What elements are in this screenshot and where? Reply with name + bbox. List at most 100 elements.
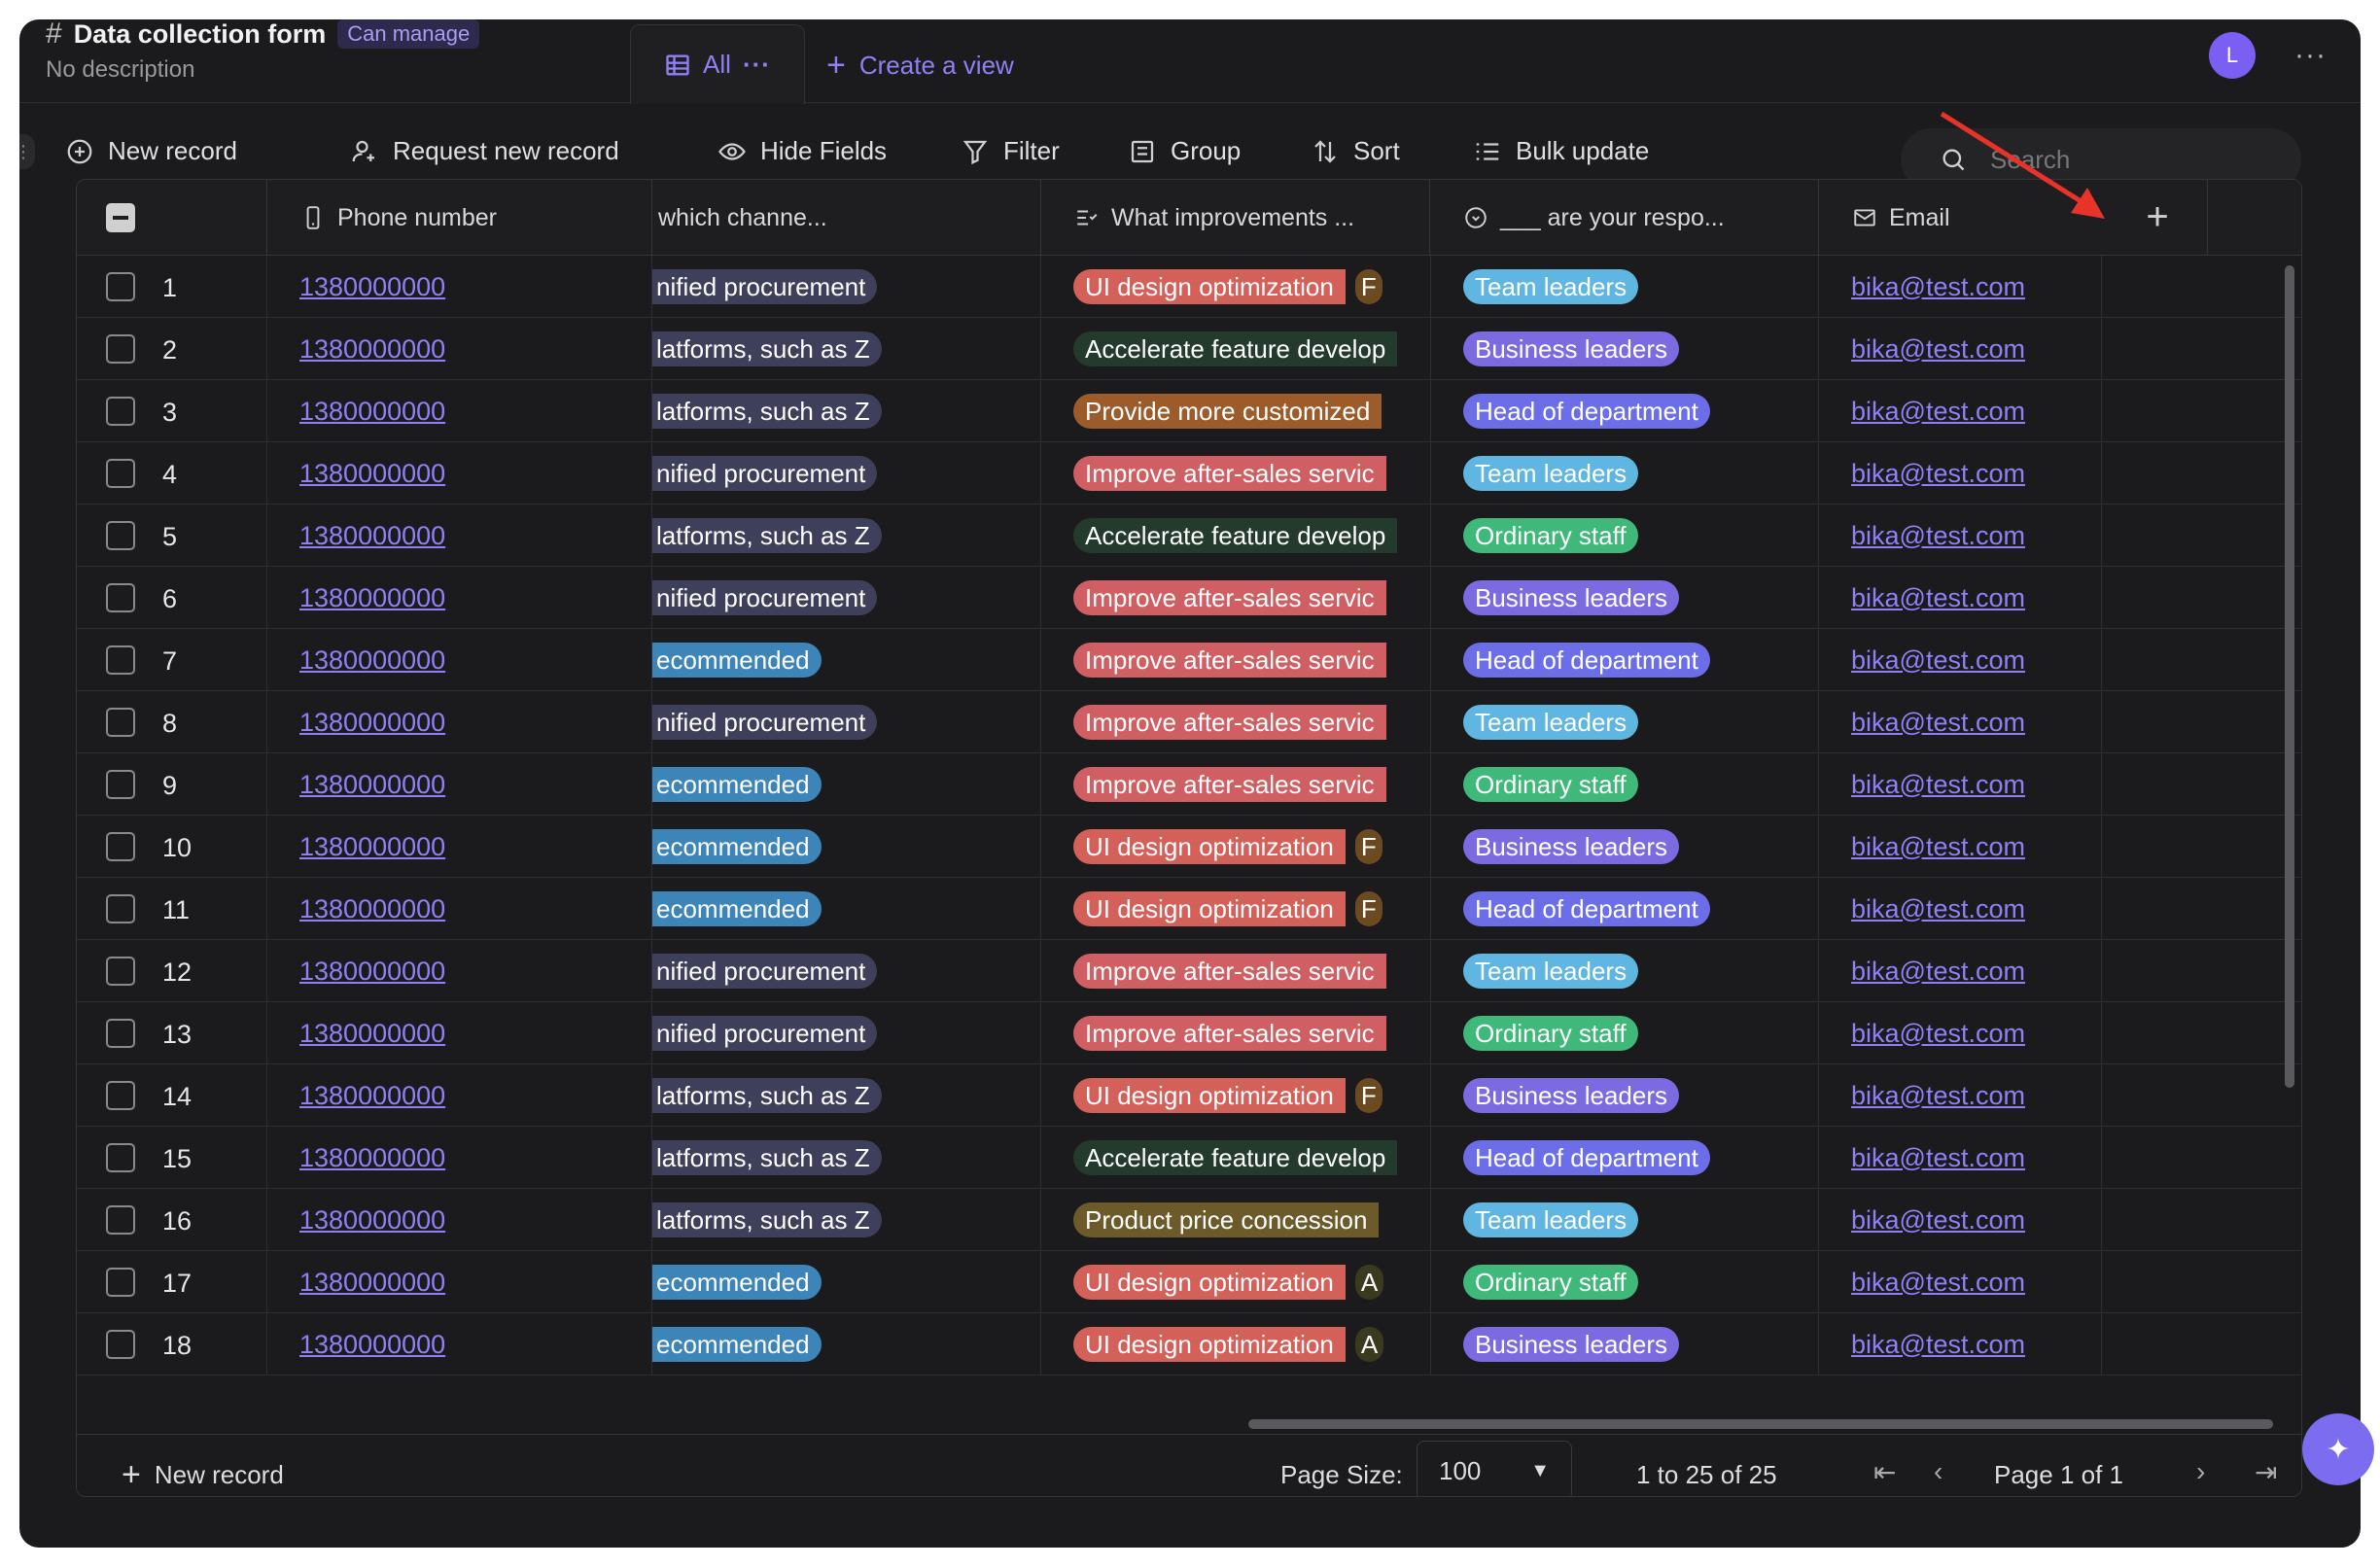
channel-cell[interactable]: ecommended: [652, 753, 1041, 816]
improvement-cell[interactable]: UI design optimization F: [1041, 816, 1430, 878]
phone-cell[interactable]: 1380000000: [267, 1313, 652, 1375]
table-row[interactable]: 18 1380000000 ecommended UI design optim…: [77, 1313, 2301, 1375]
improvement-cell[interactable]: Improve after-sales servic: [1041, 1002, 1430, 1064]
email-link[interactable]: bika@test.com: [1819, 1268, 2025, 1298]
role-cell[interactable]: Team leaders: [1430, 691, 1819, 753]
role-cell[interactable]: Business leaders: [1430, 1064, 1819, 1127]
row-checkbox[interactable]: [106, 583, 135, 612]
row-checkbox[interactable]: [106, 894, 135, 923]
role-cell[interactable]: Ordinary staff: [1430, 753, 1819, 816]
email-cell[interactable]: bika@test.com: [1819, 567, 2102, 629]
channel-cell[interactable]: latforms, such as Z: [652, 318, 1041, 380]
row-checkbox[interactable]: [106, 1081, 135, 1110]
role-cell[interactable]: Ordinary staff: [1430, 1002, 1819, 1064]
role-cell[interactable]: Head of department: [1430, 1127, 1819, 1189]
last-page-icon[interactable]: ⇥: [2255, 1456, 2277, 1488]
improvement-cell[interactable]: Accelerate feature develop: [1041, 1127, 1430, 1189]
role-cell[interactable]: Team leaders: [1430, 256, 1819, 318]
ai-assistant-button[interactable]: ✦: [2302, 1413, 2374, 1485]
row-checkbox[interactable]: [106, 397, 135, 426]
tab-all[interactable]: All ···: [630, 24, 805, 104]
channel-cell[interactable]: nified procurement: [652, 1002, 1041, 1064]
table-row[interactable]: 6 1380000000 nified procurement Improve …: [77, 567, 2301, 629]
more-menu-icon[interactable]: ···: [2294, 39, 2327, 72]
email-cell[interactable]: bika@test.com: [1819, 629, 2102, 691]
row-checkbox[interactable]: [106, 1205, 135, 1235]
channel-cell[interactable]: ecommended: [652, 629, 1041, 691]
table-row[interactable]: 12 1380000000 nified procurement Improve…: [77, 940, 2301, 1002]
channel-cell[interactable]: nified procurement: [652, 442, 1041, 505]
improvement-cell[interactable]: Improve after-sales servic: [1041, 629, 1430, 691]
phone-link[interactable]: 1380000000: [267, 957, 445, 987]
bulk-update-button[interactable]: Bulk update: [1473, 136, 1649, 166]
email-link[interactable]: bika@test.com: [1819, 645, 2025, 676]
email-cell[interactable]: bika@test.com: [1819, 1313, 2102, 1375]
role-cell[interactable]: Head of department: [1430, 380, 1819, 442]
role-cell[interactable]: Business leaders: [1430, 318, 1819, 380]
row-checkbox[interactable]: [106, 957, 135, 986]
phone-cell[interactable]: 1380000000: [267, 256, 652, 318]
first-page-icon[interactable]: ⇤: [1873, 1456, 1896, 1488]
improvement-cell[interactable]: Improve after-sales servic: [1041, 567, 1430, 629]
improvement-cell[interactable]: Improve after-sales servic: [1041, 940, 1430, 1002]
email-cell[interactable]: bika@test.com: [1819, 1002, 2102, 1064]
table-row[interactable]: 9 1380000000 ecommended Improve after-sa…: [77, 753, 2301, 816]
column-header-phone[interactable]: Phone number: [267, 180, 652, 256]
channel-cell[interactable]: latforms, such as Z: [652, 505, 1041, 567]
role-cell[interactable]: Business leaders: [1430, 816, 1819, 878]
email-cell[interactable]: bika@test.com: [1819, 442, 2102, 505]
table-row[interactable]: 8 1380000000 nified procurement Improve …: [77, 691, 2301, 753]
phone-link[interactable]: 1380000000: [267, 832, 445, 862]
phone-link[interactable]: 1380000000: [267, 397, 445, 427]
phone-link[interactable]: 1380000000: [267, 334, 445, 365]
horizontal-scrollbar[interactable]: [1248, 1419, 2273, 1429]
prev-page-icon[interactable]: ‹: [1934, 1456, 1942, 1487]
email-link[interactable]: bika@test.com: [1819, 832, 2025, 862]
email-link[interactable]: bika@test.com: [1819, 1019, 2025, 1049]
phone-cell[interactable]: 1380000000: [267, 1189, 652, 1251]
phone-cell[interactable]: 1380000000: [267, 691, 652, 753]
phone-link[interactable]: 1380000000: [267, 583, 445, 613]
role-cell[interactable]: Business leaders: [1430, 1313, 1819, 1375]
channel-cell[interactable]: nified procurement: [652, 691, 1041, 753]
table-row[interactable]: 2 1380000000 latforms, such as Z Acceler…: [77, 318, 2301, 380]
channel-cell[interactable]: nified procurement: [652, 567, 1041, 629]
improvement-cell[interactable]: Accelerate feature develop: [1041, 505, 1430, 567]
table-row[interactable]: 4 1380000000 nified procurement Improve …: [77, 442, 2301, 505]
improvement-cell[interactable]: Accelerate feature develop: [1041, 318, 1430, 380]
phone-link[interactable]: 1380000000: [267, 1019, 445, 1049]
phone-cell[interactable]: 1380000000: [267, 380, 652, 442]
email-link[interactable]: bika@test.com: [1819, 521, 2025, 551]
role-cell[interactable]: Business leaders: [1430, 567, 1819, 629]
row-checkbox[interactable]: [106, 1143, 135, 1172]
improvement-cell[interactable]: UI design optimization F: [1041, 878, 1430, 940]
row-checkbox[interactable]: [106, 645, 135, 675]
table-row[interactable]: 1 1380000000 nified procurement UI desig…: [77, 256, 2301, 318]
footer-new-record-button[interactable]: + New record: [122, 1456, 284, 1494]
hide-fields-button[interactable]: Hide Fields: [718, 136, 887, 166]
improvement-cell[interactable]: Product price concession: [1041, 1189, 1430, 1251]
email-link[interactable]: bika@test.com: [1819, 334, 2025, 365]
phone-cell[interactable]: 1380000000: [267, 940, 652, 1002]
email-cell[interactable]: bika@test.com: [1819, 1189, 2102, 1251]
channel-cell[interactable]: ecommended: [652, 816, 1041, 878]
improvement-cell[interactable]: Improve after-sales servic: [1041, 691, 1430, 753]
table-row[interactable]: 15 1380000000 latforms, such as Z Accele…: [77, 1127, 2301, 1189]
email-cell[interactable]: bika@test.com: [1819, 940, 2102, 1002]
improvement-cell[interactable]: UI design optimization A: [1041, 1313, 1430, 1375]
phone-cell[interactable]: 1380000000: [267, 629, 652, 691]
channel-cell[interactable]: ecommended: [652, 1251, 1041, 1313]
email-link[interactable]: bika@test.com: [1819, 1081, 2025, 1111]
table-row[interactable]: 10 1380000000 ecommended UI design optim…: [77, 816, 2301, 878]
email-link[interactable]: bika@test.com: [1819, 272, 2025, 302]
improvement-cell[interactable]: UI design optimization F: [1041, 1064, 1430, 1127]
column-header-improvements[interactable]: What improvements ...: [1041, 180, 1430, 256]
role-cell[interactable]: Team leaders: [1430, 940, 1819, 1002]
email-cell[interactable]: bika@test.com: [1819, 380, 2102, 442]
role-cell[interactable]: Ordinary staff: [1430, 1251, 1819, 1313]
group-button[interactable]: Group: [1128, 136, 1241, 166]
phone-link[interactable]: 1380000000: [267, 645, 445, 676]
phone-link[interactable]: 1380000000: [267, 272, 445, 302]
row-checkbox[interactable]: [106, 1330, 135, 1359]
row-checkbox[interactable]: [106, 832, 135, 861]
